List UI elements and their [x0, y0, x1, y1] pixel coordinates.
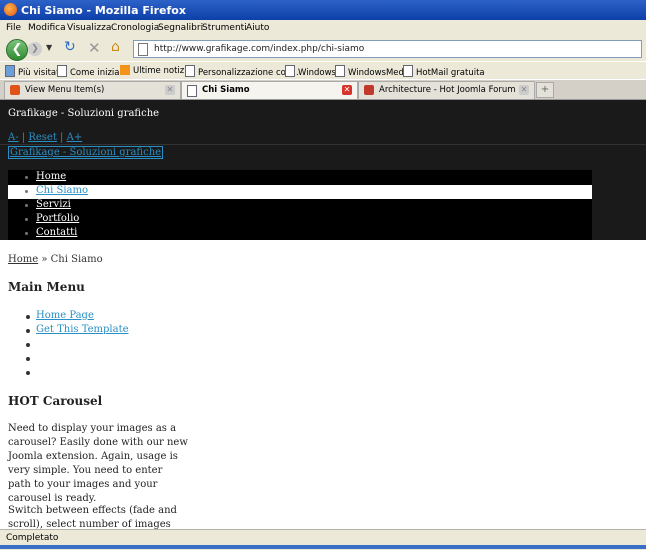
tab-close-icon[interactable]: ✕	[519, 85, 529, 95]
logo-link[interactable]: Grafikage - Soluzioni grafiche	[8, 146, 164, 159]
bookmark-windows[interactable]: Windows	[285, 65, 336, 78]
carousel-paragraph: Need to display your images as a carouse…	[8, 423, 188, 504]
main-menu-title: Main Menu	[8, 280, 85, 294]
menu-bar: File Modifica Visualizza Cronologia Segn…	[0, 20, 646, 37]
tab-label: Chi Siamo	[202, 85, 250, 95]
address-bar[interactable]: http://www.grafikage.com/index.php/chi-s…	[133, 40, 642, 58]
tab-close-icon[interactable]: ✕	[165, 85, 175, 95]
nav-item-chi-siamo[interactable]: Chi Siamo	[8, 185, 592, 199]
bullet	[26, 343, 30, 347]
bookmark-hotmail[interactable]: HotMail gratuita	[403, 65, 485, 78]
nav-link[interactable]: Chi Siamo	[36, 185, 88, 196]
rss-icon	[120, 65, 130, 75]
tab-architecture-forum[interactable]: Architecture - Hot Joomla Forum ✕	[358, 81, 535, 99]
breadcrumb-separator: »	[38, 254, 51, 265]
breadcrumb: Home » Chi Siamo	[8, 254, 103, 265]
page-icon	[57, 65, 67, 77]
tab-close-icon[interactable]: ✕	[342, 85, 352, 95]
tab-label: View Menu Item(s)	[25, 85, 105, 95]
bookmark-folder-icon	[5, 65, 15, 77]
page-icon	[185, 65, 195, 77]
bookmark-label: Ultime notizie	[133, 66, 192, 76]
font-decrease-link[interactable]: A-	[8, 132, 19, 143]
nav-link[interactable]: Contatti	[36, 227, 77, 238]
menu-segnalibri[interactable]: Segnalibri	[158, 23, 203, 33]
font-controls-separator: |	[18, 132, 29, 143]
bookmark-come-iniziare[interactable]: Come iniziare	[57, 65, 128, 78]
menu-link[interactable]: Get This Template	[36, 324, 129, 335]
menu-cronologia[interactable]: Cronologia	[111, 23, 159, 33]
back-button[interactable]: ❮	[6, 39, 28, 61]
history-dropdown-icon[interactable]: ▼	[46, 43, 52, 52]
window-title: Chi Siamo - Mozilla Firefox	[21, 4, 186, 17]
bookmark-windowsmedia[interactable]: WindowsMedia	[335, 65, 411, 78]
carousel-title: HOT Carousel	[8, 394, 103, 408]
bookmark-label: Più visitati	[18, 68, 62, 78]
nav-item-portfolio[interactable]: Portfolio	[8, 213, 592, 227]
joomla-favicon-icon	[10, 85, 20, 95]
font-increase-link[interactable]: A+	[67, 132, 83, 143]
firefox-icon	[4, 3, 17, 16]
page-icon	[285, 65, 295, 77]
menu-aiuto[interactable]: Aiuto	[246, 23, 269, 33]
bullet	[25, 218, 28, 221]
breadcrumb-home-link[interactable]: Home	[8, 254, 38, 265]
bullet	[25, 176, 28, 179]
nav-item-home[interactable]: Home	[8, 171, 592, 185]
taskbar-strip	[0, 545, 646, 549]
bullet	[26, 315, 30, 319]
page-icon	[335, 65, 345, 77]
header-divider	[0, 144, 646, 145]
font-reset-link[interactable]: Reset	[28, 132, 57, 143]
bookmark-piu-visitati[interactable]: Più visitati	[5, 65, 62, 78]
tab-label: Architecture - Hot Joomla Forum	[379, 85, 516, 95]
site-name: Grafikage - Soluzioni grafiche	[8, 108, 160, 119]
nav-item-servizi[interactable]: Servizi	[8, 199, 592, 213]
home-icon[interactable]: ⌂	[111, 39, 120, 55]
menu-link[interactable]: Home Page	[36, 310, 94, 321]
bookmarks-toolbar: Più visitati Come iniziare Ultime notizi…	[0, 62, 646, 79]
font-controls-separator: |	[56, 132, 67, 143]
page-icon	[403, 65, 413, 77]
menu-strumenti[interactable]: Strumenti	[202, 23, 247, 33]
bullet	[26, 357, 30, 361]
bullet	[26, 371, 30, 375]
page-icon	[187, 85, 197, 97]
bookmark-label: Windows	[298, 68, 336, 78]
nav-link[interactable]: Servizi	[36, 199, 71, 210]
forum-favicon-icon	[364, 85, 374, 95]
menu-modifica[interactable]: Modifica	[28, 23, 66, 33]
bookmark-label: WindowsMedia	[348, 68, 412, 78]
status-text: Completato	[6, 533, 59, 543]
bookmark-label: HotMail gratuita	[416, 68, 485, 78]
font-size-controls: A- | Reset | A+	[8, 132, 82, 143]
main-navigation: Home Chi Siamo Servizi Portfolio Contatt…	[8, 170, 592, 240]
web-page: Grafikage - Soluzioni grafiche A- | Rese…	[0, 100, 646, 530]
window-titlebar: Chi Siamo - Mozilla Firefox	[0, 0, 646, 20]
nav-item-contatti[interactable]: Contatti	[8, 227, 592, 241]
reload-icon[interactable]: ↻	[64, 39, 76, 55]
page-icon	[138, 43, 148, 56]
nav-link[interactable]: Home	[36, 171, 66, 182]
bullet	[26, 329, 30, 333]
new-tab-button[interactable]: +	[536, 82, 554, 98]
bookmark-personalizzazione[interactable]: Personalizzazione coll...	[185, 65, 299, 78]
bullet	[25, 232, 28, 235]
nav-link[interactable]: Portfolio	[36, 213, 79, 224]
carousel-paragraph: Switch between effects (fade and scroll)…	[8, 505, 177, 530]
tab-chi-siamo[interactable]: Chi Siamo ✕	[181, 81, 358, 99]
bookmark-ultime-notizie[interactable]: Ultime notizie	[120, 65, 192, 76]
site-header: Grafikage - Soluzioni grafiche A- | Rese…	[0, 100, 646, 240]
stop-icon[interactable]: ✕	[88, 39, 101, 57]
tab-view-menu-items[interactable]: View Menu Item(s) ✕	[4, 81, 181, 99]
menu-file[interactable]: File	[6, 23, 21, 33]
breadcrumb-current: Chi Siamo	[50, 254, 103, 265]
forward-button[interactable]: ❯	[28, 42, 42, 56]
address-url[interactable]: http://www.grafikage.com/index.php/chi-s…	[154, 44, 364, 54]
bookmark-label: Personalizzazione coll...	[198, 68, 299, 78]
bullet	[25, 190, 28, 193]
bullet	[25, 204, 28, 207]
menu-visualizza[interactable]: Visualizza	[67, 23, 111, 33]
